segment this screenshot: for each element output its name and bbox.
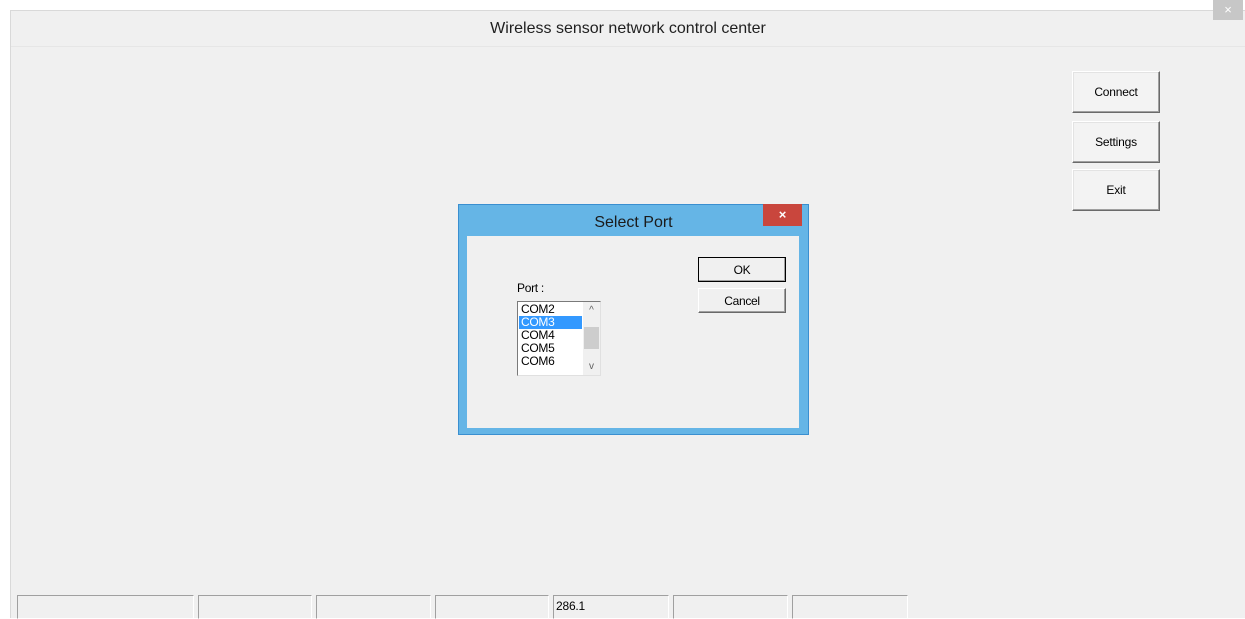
title-bar[interactable]: Wireless sensor network control center <box>11 11 1245 47</box>
dialog-close-icon[interactable]: × <box>763 204 802 226</box>
status-pane-2 <box>198 595 312 619</box>
listbox-scrollbar[interactable]: ^ v <box>583 302 600 375</box>
main-window: Wireless sensor network control center C… <box>10 10 1245 619</box>
ok-button[interactable]: OK <box>698 257 786 282</box>
status-pane-6 <box>673 595 788 619</box>
status-pane-7 <box>792 595 908 619</box>
status-pane-5: 286.1 <box>553 595 669 619</box>
select-port-dialog: Select Port × Port : COM2 COM3 COM4 COM5 COM… <box>458 204 809 435</box>
scroll-up-icon[interactable]: ^ <box>583 302 600 319</box>
port-listbox[interactable]: COM2 COM3 COM4 COM5 COM6 ^ v <box>517 301 601 376</box>
window-title: Wireless sensor network control center <box>490 20 766 37</box>
exit-button[interactable]: Exit <box>1072 169 1160 211</box>
connect-button[interactable]: Connect <box>1072 71 1160 113</box>
port-label: Port : <box>517 281 544 295</box>
status-pane-4 <box>435 595 549 619</box>
scroll-down-icon[interactable]: v <box>583 358 600 375</box>
settings-button[interactable]: Settings <box>1072 121 1160 163</box>
window-close-icon[interactable]: × <box>1213 0 1243 20</box>
scroll-thumb[interactable] <box>584 327 599 349</box>
status-pane-3 <box>316 595 431 619</box>
dialog-client-area: Port : COM2 COM3 COM4 COM5 COM6 ^ v OK Cance… <box>467 236 799 428</box>
port-list-item[interactable]: COM6 <box>519 355 582 368</box>
cancel-button[interactable]: Cancel <box>698 288 786 313</box>
dialog-title: Select Port <box>594 214 673 231</box>
status-pane-1 <box>17 595 194 619</box>
port-list-items: COM2 COM3 COM4 COM5 COM6 <box>519 303 582 368</box>
